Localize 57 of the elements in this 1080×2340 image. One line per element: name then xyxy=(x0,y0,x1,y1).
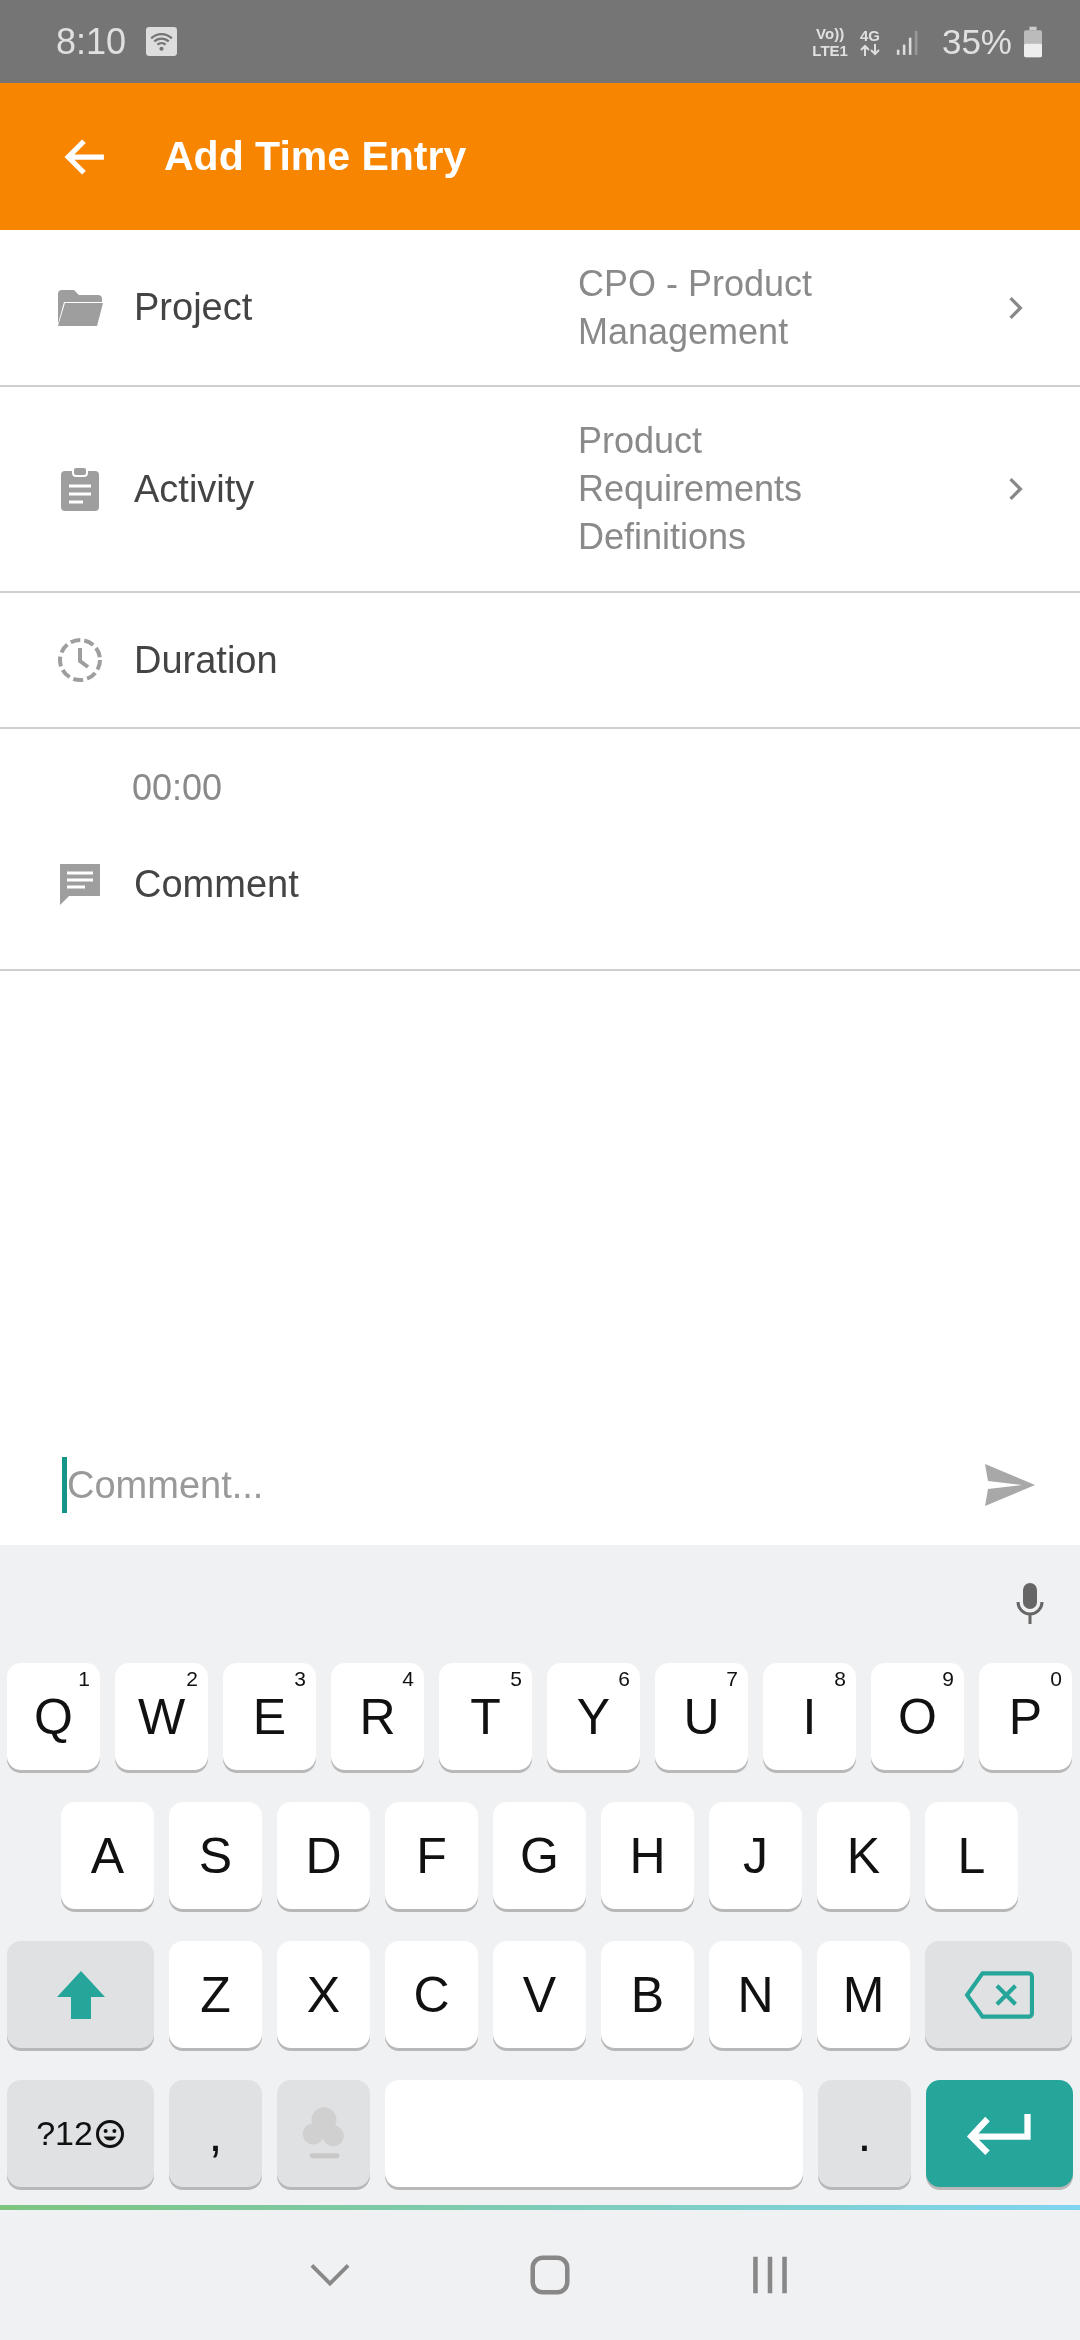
home-icon[interactable] xyxy=(529,2255,571,2295)
status-time: 8:10 xyxy=(56,20,127,63)
key[interactable]: J xyxy=(709,1802,802,1909)
smiley-icon xyxy=(94,2118,125,2149)
screen-title: Add Time Entry xyxy=(164,133,467,180)
backspace-key[interactable] xyxy=(925,1941,1072,2048)
key[interactable]: C xyxy=(385,1941,478,2048)
field-value: CPO - Product Management xyxy=(578,261,814,354)
key[interactable]: B xyxy=(601,1941,694,2048)
data-arrows-icon xyxy=(859,44,880,56)
key[interactable]: F xyxy=(385,1802,478,1909)
key[interactable]: S xyxy=(169,1802,262,1909)
volte-label: Vo)) xyxy=(816,24,845,42)
battery-percent: 35% xyxy=(941,21,1012,62)
key[interactable]: L xyxy=(925,1802,1018,1909)
back-arrow-icon[interactable] xyxy=(64,137,106,176)
chevron-right-icon xyxy=(1008,477,1024,501)
field-label: Duration xyxy=(134,638,278,682)
key[interactable]: , xyxy=(169,2080,262,2187)
key[interactable]: Z xyxy=(169,1941,262,2048)
key[interactable]: R 4 xyxy=(331,1663,424,1770)
field-label: Project xyxy=(134,286,254,329)
shift-key[interactable] xyxy=(7,1941,154,2048)
key[interactable]: H xyxy=(601,1802,694,1909)
field-label: Activity xyxy=(134,467,256,511)
battery-icon xyxy=(1024,25,1042,58)
select-row[interactable]: Project CPO - Product Management xyxy=(0,230,1080,387)
key[interactable]: X xyxy=(277,1941,370,2048)
key[interactable]: G xyxy=(493,1802,586,1909)
wifi-icon xyxy=(146,27,178,56)
key[interactable]: A xyxy=(61,1802,154,1909)
key[interactable]: U 7 xyxy=(655,1663,748,1770)
key[interactable]: T 5 xyxy=(439,1663,532,1770)
key[interactable]: Q 1 xyxy=(7,1663,100,1770)
key[interactable]: E 3 xyxy=(223,1663,316,1770)
key[interactable]: I 8 xyxy=(763,1663,856,1770)
enter-key[interactable] xyxy=(926,2080,1073,2187)
lte-label: LTE1 xyxy=(812,41,848,59)
symbols-key[interactable]: ?12 xyxy=(7,2080,154,2187)
key[interactable]: . xyxy=(818,2080,911,2187)
key[interactable]: M xyxy=(817,1941,910,2048)
microphone-icon[interactable] xyxy=(1016,1581,1044,1627)
chevron-right-icon xyxy=(1008,295,1024,320)
key[interactable]: K xyxy=(817,1802,910,1909)
key[interactable]: W 2 xyxy=(115,1663,208,1770)
key[interactable]: O 9 xyxy=(871,1663,964,1770)
key[interactable]: P 0 xyxy=(979,1663,1072,1770)
clock-icon xyxy=(56,637,104,683)
field-label: Comment xyxy=(134,862,299,906)
key[interactable]: D xyxy=(277,1802,370,1909)
network-label: 4G xyxy=(859,27,880,44)
field-value: Product Requirements Definitions xyxy=(578,419,804,559)
send-icon[interactable] xyxy=(984,1463,1036,1507)
key[interactable]: Y 6 xyxy=(547,1663,640,1770)
select-row[interactable]: Activity Product Requirements Definitions xyxy=(0,387,1080,593)
key[interactable]: V xyxy=(493,1941,586,2048)
key[interactable]: N xyxy=(709,1941,802,2048)
